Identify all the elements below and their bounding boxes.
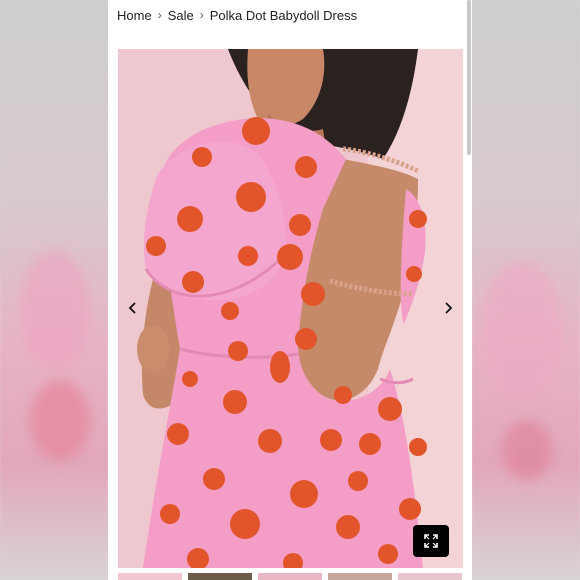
chevron-right-icon xyxy=(445,302,453,314)
thumbnail-3[interactable] xyxy=(258,573,322,580)
breadcrumb-separator: › xyxy=(157,8,162,22)
backdrop-left xyxy=(0,0,108,580)
breadcrumb-sale[interactable]: Sale xyxy=(168,8,194,23)
breadcrumb-current: Polka Dot Babydoll Dress xyxy=(209,7,358,23)
product-page: Home › Sale › Polka Dot Babydoll Dress xyxy=(108,0,472,580)
breadcrumb: Home › Sale › Polka Dot Babydoll Dress xyxy=(117,0,357,30)
product-photo xyxy=(118,49,463,568)
breadcrumb-separator: › xyxy=(199,8,204,22)
breadcrumb-home[interactable]: Home xyxy=(117,8,152,23)
thumbnail-2[interactable] xyxy=(188,573,252,580)
expand-icon xyxy=(424,534,438,548)
thumbnail-5[interactable] xyxy=(398,573,462,580)
gallery-next-button[interactable] xyxy=(436,296,460,320)
thumbnail-1[interactable] xyxy=(118,573,182,580)
backdrop-right xyxy=(472,0,580,580)
product-image-gallery[interactable] xyxy=(118,49,463,568)
thumbnail-4[interactable] xyxy=(328,573,392,580)
gallery-prev-button[interactable] xyxy=(121,296,145,320)
zoom-button[interactable] xyxy=(413,525,449,557)
chevron-left-icon xyxy=(128,302,136,314)
thumbnail-strip xyxy=(118,573,472,580)
scrollbar[interactable] xyxy=(467,0,471,155)
